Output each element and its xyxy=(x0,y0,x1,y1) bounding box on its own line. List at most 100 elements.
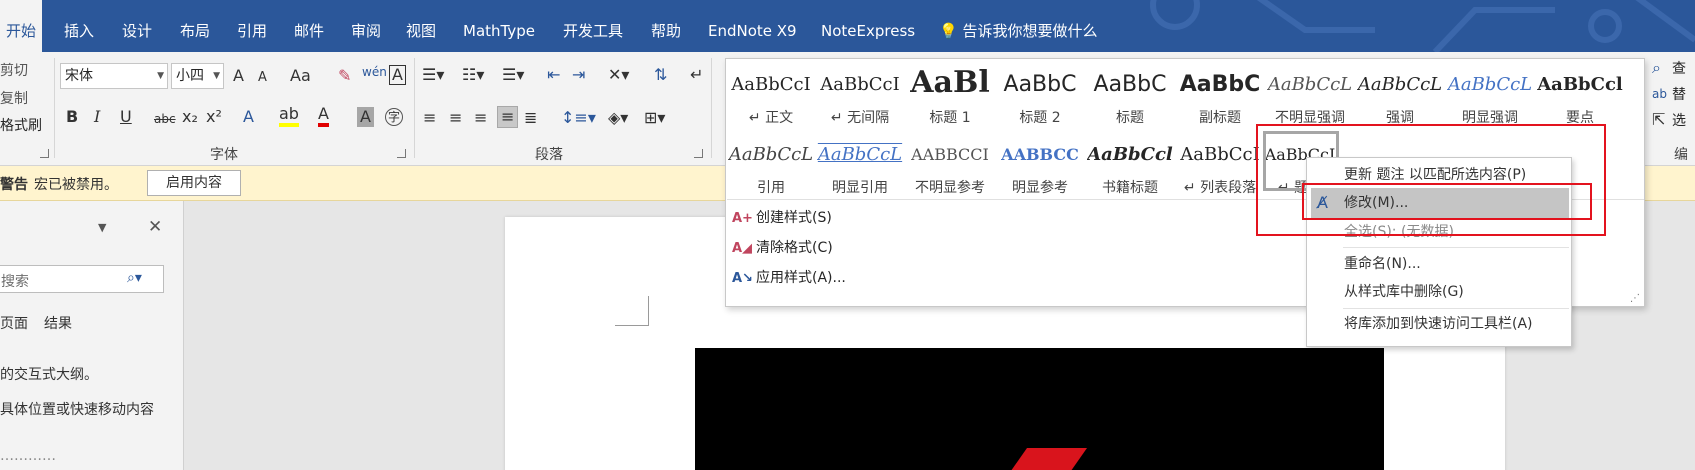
style-sample: AaBbCcl xyxy=(1087,144,1173,165)
tab-endnote[interactable]: EndNote X9 xyxy=(708,0,797,52)
document-image[interactable] xyxy=(695,348,1384,470)
search-icon[interactable]: ⌕▾ xyxy=(127,270,142,286)
underline-icon[interactable]: U xyxy=(120,107,132,127)
strikethrough-icon[interactable]: abc xyxy=(154,109,176,129)
style-heading-2[interactable]: AaBbC 标题 2 xyxy=(997,63,1083,129)
style-book-title[interactable]: AaBbCcl 书籍标题 xyxy=(1087,133,1173,199)
tab-results[interactable]: 结果 xyxy=(44,313,72,333)
style-sample: AaBbC xyxy=(1179,72,1261,97)
tab-view[interactable]: 视图 xyxy=(406,0,436,52)
pane-options-chevron-icon[interactable]: ▼ xyxy=(98,221,106,234)
style-list-paragraph[interactable]: AaBbCcI ↵ 列表段落 xyxy=(1177,133,1263,199)
style-intense-quote[interactable]: AaBbCcL 明显引用 xyxy=(817,133,903,199)
distributed-icon[interactable]: ≣ xyxy=(524,108,537,128)
select-cursor-icon[interactable]: ⇱ xyxy=(1652,110,1665,130)
tab-insert[interactable]: 插入 xyxy=(64,0,94,52)
tab-pages[interactable]: 页面 xyxy=(0,313,28,333)
align-left-icon[interactable]: ≡ xyxy=(423,108,436,128)
enclose-characters-icon[interactable]: 字 xyxy=(385,108,403,126)
subscript-icon[interactable]: x₂ xyxy=(182,107,198,127)
search-icon[interactable]: ⌕ xyxy=(1652,58,1661,78)
multilevel-list-icon[interactable]: ☰▾ xyxy=(502,65,524,85)
nav-hint-line-3: ………… xyxy=(0,448,56,464)
style-sample: AaBl xyxy=(910,65,990,100)
create-style-icon: A+ xyxy=(732,211,753,226)
find-button[interactable]: 查 xyxy=(1672,58,1686,78)
shrink-font-icon[interactable]: A xyxy=(258,68,267,88)
numbering-icon[interactable]: ☷▾ xyxy=(462,65,484,85)
close-icon[interactable]: ✕ xyxy=(148,217,162,237)
apply-styles-command[interactable]: A↘ 应用样式(A)... xyxy=(732,265,846,291)
style-emphasis[interactable]: AaBbCcL 强调 xyxy=(1357,63,1443,129)
character-shading-icon[interactable]: A xyxy=(357,107,374,127)
change-case-icon[interactable]: Aa xyxy=(290,66,311,86)
borders-icon[interactable]: ⊞▾ xyxy=(644,108,665,128)
clear-formatting-label: 清除格式(C) xyxy=(756,240,833,256)
line-spacing-icon[interactable]: ↕≡▾ xyxy=(561,108,596,128)
font-launcher-icon[interactable] xyxy=(397,149,406,158)
text-effects-icon[interactable]: A xyxy=(243,107,254,127)
style-intense-reference[interactable]: AABBCC 明显参考 xyxy=(997,133,1083,199)
format-painter-button[interactable]: 格式刷 xyxy=(0,115,42,135)
italic-icon[interactable]: I xyxy=(94,107,100,127)
enable-content-button[interactable]: 启用内容 xyxy=(147,170,241,196)
font-color-icon[interactable]: A xyxy=(318,105,329,127)
decrease-indent-icon[interactable]: ⇤ xyxy=(547,65,560,85)
menu-item-add-gallery-to-qat[interactable]: 将库添加到快速访问工具栏(A) xyxy=(1307,309,1571,339)
tab-references[interactable]: 引用 xyxy=(237,0,267,52)
tab-developer[interactable]: 开发工具 xyxy=(563,0,623,52)
clipboard-launcher-icon[interactable] xyxy=(40,149,49,158)
tab-design[interactable]: 设计 xyxy=(122,0,152,52)
clear-formatting-command[interactable]: A◢ 清除格式(C) xyxy=(732,235,833,261)
style-quote[interactable]: AaBbCcL 引用 xyxy=(728,133,814,199)
superscript-icon[interactable]: x² xyxy=(206,107,222,127)
clear-formatting-icon[interactable]: ✎ xyxy=(338,66,351,86)
font-size-combo[interactable]: 小四 ▼ xyxy=(171,63,224,89)
bullets-icon[interactable]: ☰▾ xyxy=(422,65,444,85)
style-subtle-reference[interactable]: AABBCCI 不明显参考 xyxy=(907,133,993,199)
show-marks-icon[interactable]: ↵ xyxy=(690,65,703,85)
style-subtle-emphasis[interactable]: AaBbCcL 不明显强调 xyxy=(1267,63,1353,129)
warning-message: 宏已被禁用。 xyxy=(34,177,118,193)
character-border-icon[interactable]: A xyxy=(389,65,406,85)
highlight-color-icon[interactable]: ab xyxy=(279,105,299,127)
phonetic-guide-icon[interactable]: wén xyxy=(362,62,387,82)
select-button[interactable]: 选 xyxy=(1672,110,1686,130)
increase-indent-icon[interactable]: ⇥ xyxy=(572,65,585,85)
copy-button[interactable]: 复制 xyxy=(0,88,28,108)
replace-icon[interactable]: ab xyxy=(1652,84,1667,104)
nav-search-input[interactable]: 搜索 ⌕▾ xyxy=(0,265,164,293)
style-intense-emphasis[interactable]: AaBbCcL 明显强调 xyxy=(1447,63,1533,129)
style-strong[interactable]: AaBbCcl 要点 xyxy=(1537,63,1623,129)
navigation-pane: ▼ ✕ 搜索 ⌕▾ 页面 结果 的交互式大纲。 具体位置或快速移动内容 ………… xyxy=(0,201,184,470)
align-center-icon[interactable]: ≡ xyxy=(449,108,462,128)
style-heading-1[interactable]: AaBl 标题 1 xyxy=(907,63,993,129)
tab-help[interactable]: 帮助 xyxy=(651,0,681,52)
justify-icon[interactable]: ≡ xyxy=(497,106,519,128)
chinese-layout-icon[interactable]: ✕▾ xyxy=(608,65,629,85)
paragraph-launcher-icon[interactable] xyxy=(694,149,703,158)
sort-icon[interactable]: ⇅ xyxy=(654,65,667,85)
resize-grip-icon[interactable]: ⋰ xyxy=(1630,293,1640,304)
style-normal[interactable]: AaBbCcI ↵ 正文 xyxy=(728,63,814,129)
menu-item-rename[interactable]: 重命名(N)... xyxy=(1307,249,1571,279)
bold-icon[interactable]: B xyxy=(66,107,78,127)
tab-layout[interactable]: 布局 xyxy=(180,0,210,52)
tell-me-box[interactable]: 💡 告诉我你想要做什么 xyxy=(939,0,1097,52)
shading-icon[interactable]: ◈▾ xyxy=(608,108,628,128)
style-title[interactable]: AaBbC 标题 xyxy=(1087,63,1173,129)
font-name-combo[interactable]: 宋体 ▼ xyxy=(60,63,168,89)
style-subtitle[interactable]: AaBbC 副标题 xyxy=(1177,63,1263,129)
tab-mailings[interactable]: 邮件 xyxy=(294,0,324,52)
align-right-icon[interactable]: ≡ xyxy=(474,108,487,128)
style-no-spacing[interactable]: AaBbCcI ↵ 无间隔 xyxy=(817,63,903,129)
replace-button[interactable]: 替 xyxy=(1672,84,1686,104)
tab-noteexpress[interactable]: NoteExpress xyxy=(821,0,915,52)
menu-item-remove-from-gallery[interactable]: 从样式库中删除(G) xyxy=(1307,277,1571,307)
tab-review[interactable]: 审阅 xyxy=(351,0,381,52)
cut-button[interactable]: 剪切 xyxy=(0,60,28,80)
grow-font-icon[interactable]: A xyxy=(233,66,244,86)
tab-home[interactable]: 开始 xyxy=(0,0,43,52)
create-style-command[interactable]: A+ 创建样式(S) xyxy=(732,205,832,231)
tab-mathtype[interactable]: MathType xyxy=(463,0,535,52)
